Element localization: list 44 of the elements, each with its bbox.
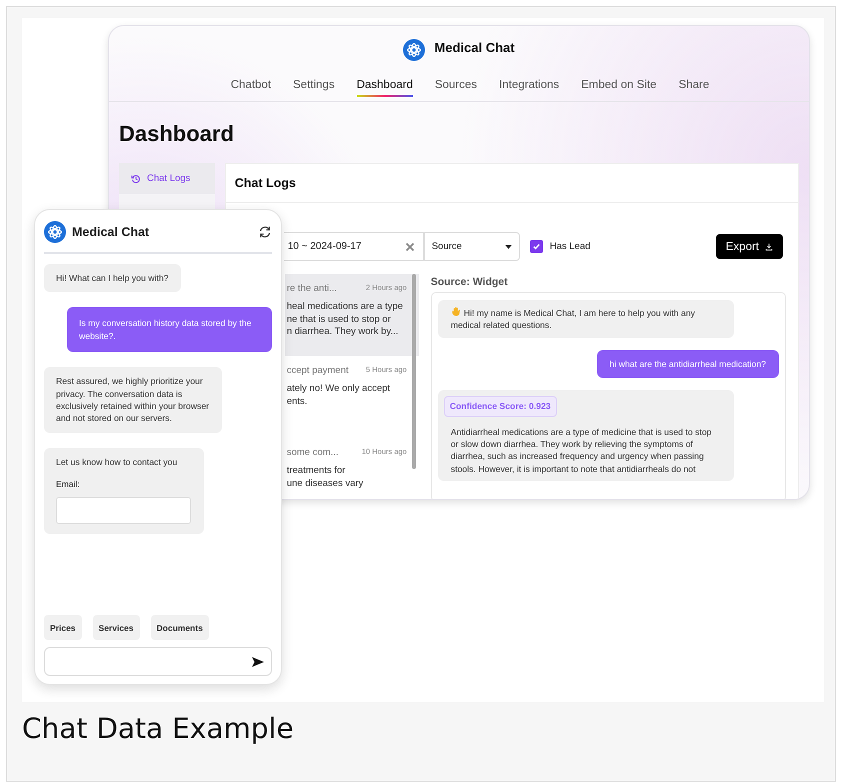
- download-icon: [765, 242, 773, 250]
- widget-title: Medical Chat: [72, 225, 150, 239]
- figure-caption: Chat Data Example: [22, 712, 295, 745]
- nav-tab[interactable]: Dashboard: [356, 79, 413, 97]
- nav-tab[interactable]: Sources: [434, 79, 478, 97]
- has-lead-label: Has Lead: [550, 241, 590, 252]
- send-icon[interactable]: [252, 656, 264, 666]
- email-label: Email:: [56, 478, 80, 491]
- source-select[interactable]: Source: [424, 232, 520, 261]
- quick-reply-button[interactable]: Documents: [150, 615, 209, 640]
- nav-tab[interactable]: Settings: [293, 79, 335, 97]
- export-button[interactable]: Export: [716, 234, 783, 259]
- form-prompt: Let us know how to contact you: [56, 456, 178, 468]
- caret-icon: [504, 244, 512, 248]
- history-icon: [131, 174, 141, 184]
- quick-reply-button[interactable]: Prices: [44, 615, 82, 640]
- scrollbar[interactable]: [412, 274, 416, 469]
- refresh-icon[interactable]: [258, 225, 272, 239]
- email-field[interactable]: [56, 496, 191, 524]
- clear-icon[interactable]: [404, 242, 415, 252]
- user-message: hi what are the antidiarrheal medication?: [596, 350, 779, 378]
- source-label: Source: Widget: [430, 276, 509, 288]
- message-text: Antidiarrheal medications are a type of medicine that is used to stop or slow down diarrhea. They work by relieving the symptoms of diarrhea, such as increased frequency and urgency when passing stools. However, it is important to note that antidiarrheals do not: [450, 426, 712, 476]
- bot-message: Rest assured, we highly prioritize your privacy. The conversation data is exclusively retained within your browser and not stored on our servers.: [44, 367, 222, 433]
- sidebar-item[interactable]: Chat Logs: [119, 163, 215, 194]
- logo-icon: [44, 221, 66, 243]
- has-lead-checkbox[interactable]: [530, 240, 543, 253]
- nav-tab[interactable]: Integrations: [499, 79, 560, 97]
- nav-tab[interactable]: Share: [678, 79, 710, 97]
- logo-icon: [403, 39, 426, 61]
- quick-reply-button[interactable]: Services: [92, 615, 140, 640]
- nav-tab[interactable]: Chatbot: [230, 79, 272, 97]
- page-title: Dashboard: [119, 120, 235, 148]
- waving-hand-icon: [450, 306, 462, 317]
- bot-message: Hi! What can I help you with?: [44, 264, 181, 292]
- nav-tab[interactable]: Embed on Site: [581, 79, 657, 97]
- message-input[interactable]: [44, 647, 272, 676]
- confidence-score-badge: Confidence Score: 0.923: [444, 396, 557, 417]
- check-icon: [532, 242, 541, 251]
- panel-title: Chat Logs: [234, 176, 296, 190]
- message-text: Hi! my name is Medical Chat, I am here to help you with any medical related questions.: [450, 306, 696, 332]
- app-title: Medical Chat: [434, 40, 515, 54]
- user-message: Is my conversation history data stored by the website?.: [67, 307, 272, 352]
- date-range-field[interactable]: 10 ~ 2024-09-17: [284, 232, 424, 261]
